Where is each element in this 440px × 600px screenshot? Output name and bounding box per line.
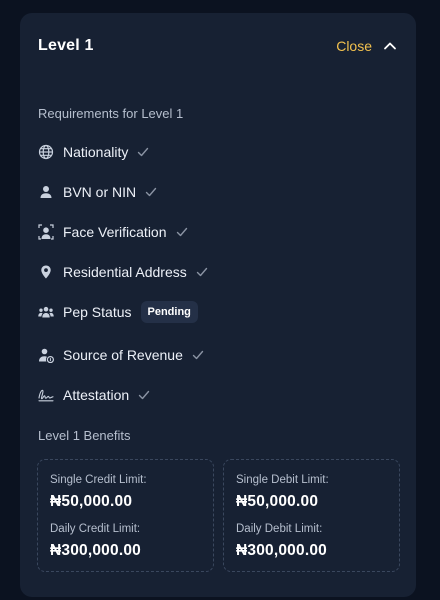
check-icon: [145, 187, 157, 197]
credit-limits-box: Single Credit Limit: ₦50,000.00 Daily Cr…: [37, 459, 214, 572]
requirement-bvn-nin: BVN or NIN: [38, 177, 157, 207]
requirement-label: Residential Address: [63, 264, 187, 280]
check-icon: [138, 390, 150, 400]
requirement-attestation: Attestation: [38, 380, 150, 410]
chevron-up-icon: [384, 42, 396, 50]
close-label: Close: [336, 38, 372, 54]
single-debit-limit-value: ₦50,000.00: [236, 493, 319, 510]
requirement-residential-address: Residential Address: [38, 257, 208, 287]
daily-credit-limit-label: Daily Credit Limit:: [50, 523, 141, 535]
requirement-nationality: Nationality: [38, 137, 149, 167]
group-icon: [38, 304, 54, 320]
requirement-face-verification: Face Verification: [38, 217, 188, 247]
face-scan-icon: [38, 224, 54, 240]
single-credit-limit-value: ₦50,000.00: [50, 493, 133, 510]
daily-debit-limit-value: ₦300,000.00: [236, 542, 327, 559]
requirement-pep-status: Pep Status Pending: [38, 297, 198, 327]
check-icon: [196, 267, 207, 277]
requirements-heading: Requirements for Level 1: [38, 106, 184, 121]
globe-icon: [38, 144, 54, 160]
location-pin-icon: [38, 264, 54, 280]
check-icon: [138, 147, 149, 157]
close-toggle-button[interactable]: Close: [336, 38, 398, 54]
level-title: Level 1: [38, 37, 94, 54]
pending-status-badge: Pending: [140, 301, 198, 323]
check-icon: [176, 227, 187, 237]
single-debit-limit-label: Single Debit Limit:: [236, 474, 329, 486]
check-icon: [192, 350, 204, 360]
person-icon: [38, 184, 54, 200]
level-card: Level 1 Close Requirements for Level 1 N…: [20, 13, 416, 597]
requirement-label: Source of Revenue: [63, 347, 183, 363]
level-header: Level 1 Close: [38, 33, 398, 59]
person-money-icon: [38, 347, 54, 363]
debit-limits-box: Single Debit Limit: ₦50,000.00 Daily Deb…: [223, 459, 400, 572]
daily-credit-limit-value: ₦300,000.00: [50, 542, 141, 559]
single-credit-limit-label: Single Credit Limit:: [50, 474, 147, 486]
daily-debit-limit-label: Daily Debit Limit:: [236, 523, 323, 535]
requirement-label: Pep Status: [63, 304, 132, 320]
signature-icon: [38, 387, 54, 403]
requirement-label: Face Verification: [63, 224, 167, 240]
benefits-heading: Level 1 Benefits: [38, 428, 131, 443]
requirement-label: BVN or NIN: [63, 184, 137, 200]
requirement-source-of-revenue: Source of Revenue: [38, 340, 204, 370]
requirement-label: Attestation: [63, 387, 130, 403]
requirement-label: Nationality: [63, 144, 129, 160]
